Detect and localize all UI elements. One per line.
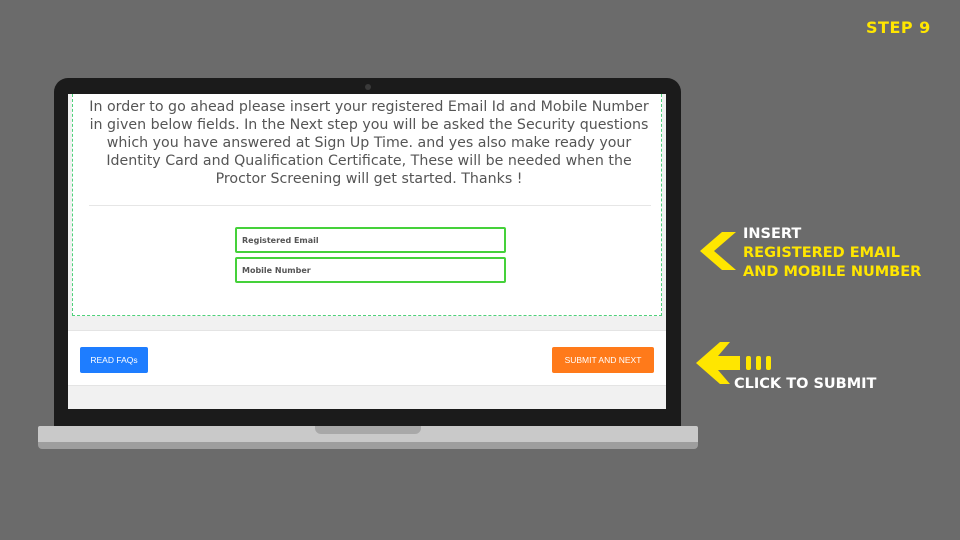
insert-line-1: INSERT xyxy=(743,226,802,242)
laptop-base-bottom xyxy=(38,442,698,449)
submit-and-next-button[interactable]: SUBMIT AND NEXT xyxy=(552,347,654,373)
laptop-screen: In order to go ahead please insert your … xyxy=(68,94,666,409)
instructions-text: In order to go ahead please insert your … xyxy=(89,99,649,187)
step-label: STEP 9 xyxy=(866,18,931,37)
registered-email-input[interactable] xyxy=(235,227,506,253)
camera-icon xyxy=(365,84,371,90)
chevron-left-icon xyxy=(700,232,736,270)
insert-line-3: AND MOBILE NUMBER xyxy=(743,264,922,280)
submit-annotation: CLICK TO SUBMIT xyxy=(734,376,877,392)
insert-line-2: REGISTERED EMAIL xyxy=(743,245,900,261)
laptop-notch xyxy=(315,426,421,434)
read-faqs-button[interactable]: READ FAQs xyxy=(80,347,148,373)
verification-form: In order to go ahead please insert your … xyxy=(72,94,662,316)
mobile-number-input[interactable] xyxy=(235,257,506,283)
divider xyxy=(89,205,651,206)
form-footer: READ FAQs SUBMIT AND NEXT xyxy=(68,330,666,386)
insert-annotation: INSERT REGISTERED EMAIL AND MOBILE NUMBE… xyxy=(743,225,921,282)
